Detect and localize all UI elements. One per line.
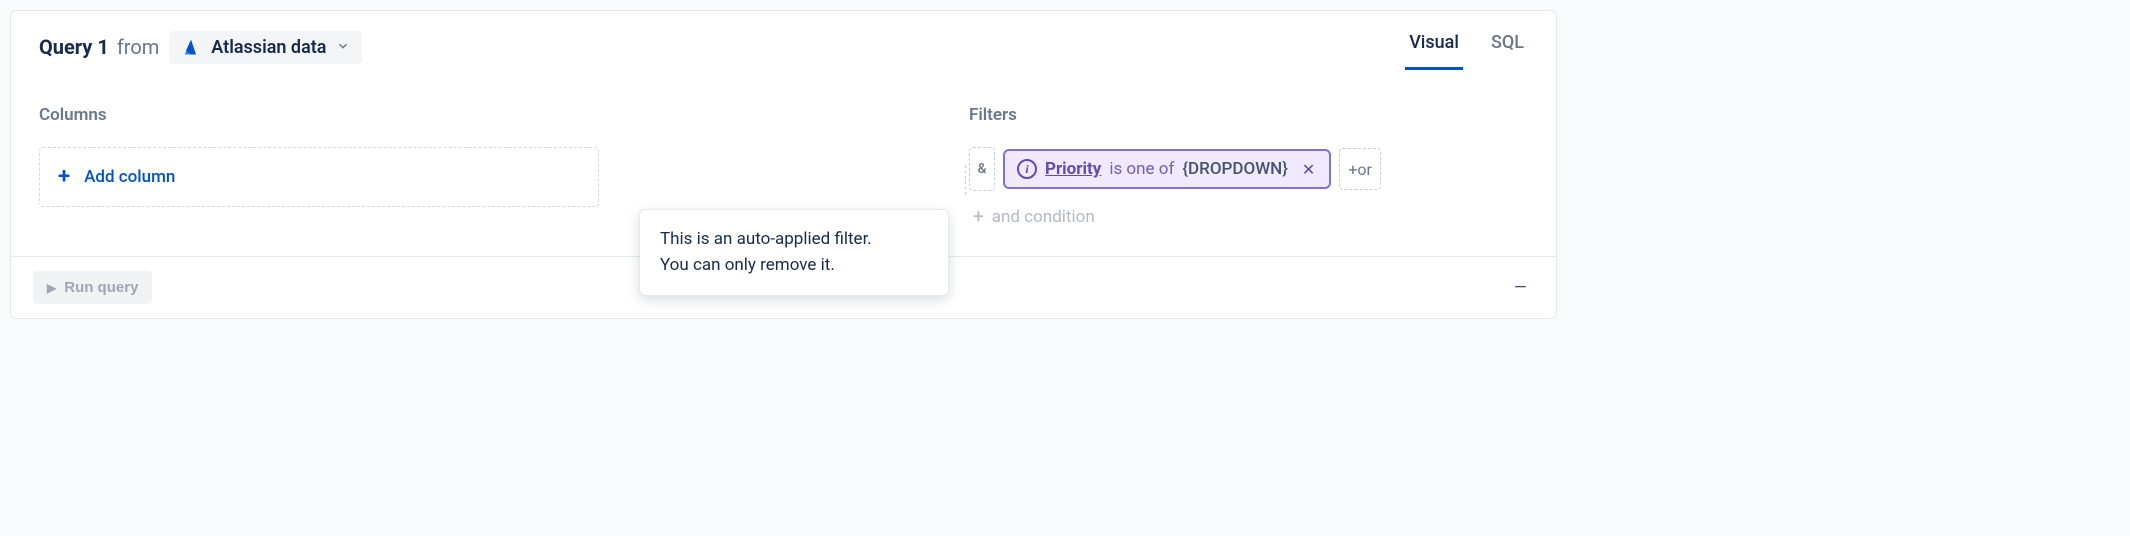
collapse-button[interactable]: −	[1507, 275, 1534, 301]
plus-icon: +	[58, 166, 70, 188]
play-icon: ▶	[47, 281, 56, 295]
run-query-label: Run query	[64, 279, 138, 296]
filter-group-and-badge: &	[969, 147, 995, 191]
filters-row: & i Priority is one of {DROPDOWN} ✕ +or	[969, 147, 1528, 191]
run-query-button[interactable]: ▶ Run query	[33, 271, 152, 304]
data-source-selector[interactable]: Atlassian data	[169, 31, 362, 64]
query-panel: Query 1 from Atlassian data Visual SQL C…	[10, 10, 1557, 319]
and-condition-label: and condition	[992, 207, 1095, 227]
from-label: from	[117, 35, 159, 59]
chevron-down-icon	[336, 38, 350, 57]
filter-chip-priority[interactable]: i Priority is one of {DROPDOWN} ✕	[1003, 149, 1331, 189]
filters-title: Filters	[969, 105, 1528, 125]
tab-sql[interactable]: SQL	[1487, 24, 1528, 70]
tooltip-line: This is an auto-applied filter.	[660, 226, 928, 252]
filter-info-tooltip: This is an auto-applied filter. You can …	[639, 209, 949, 296]
panel-header: Query 1 from Atlassian data Visual SQL	[11, 11, 1556, 69]
filter-value: {DROPDOWN}	[1182, 159, 1288, 179]
atlassian-logo-icon	[181, 37, 201, 57]
filter-operator: is one of	[1109, 159, 1174, 179]
connector-line	[965, 165, 966, 195]
tooltip-line: You can only remove it.	[660, 252, 928, 278]
remove-filter-icon[interactable]: ✕	[1296, 160, 1317, 179]
filter-field-name: Priority	[1045, 159, 1101, 179]
filters-section: Filters & i Priority is one of {DROPDOWN…	[969, 105, 1528, 228]
columns-section: Columns + Add column	[39, 105, 599, 228]
panel-body: Columns + Add column Filters & i Priorit…	[11, 69, 1556, 256]
add-column-label: Add column	[84, 167, 175, 187]
info-icon: i	[1017, 159, 1037, 179]
data-source-label: Atlassian data	[211, 37, 326, 58]
add-or-condition-button[interactable]: +or	[1339, 148, 1381, 190]
columns-title: Columns	[39, 105, 599, 125]
add-and-condition-button[interactable]: + and condition	[969, 205, 1528, 228]
plus-icon: +	[973, 205, 984, 228]
query-title: Query 1	[39, 35, 109, 59]
add-column-button[interactable]: + Add column	[39, 147, 599, 207]
tab-visual[interactable]: Visual	[1405, 24, 1463, 70]
